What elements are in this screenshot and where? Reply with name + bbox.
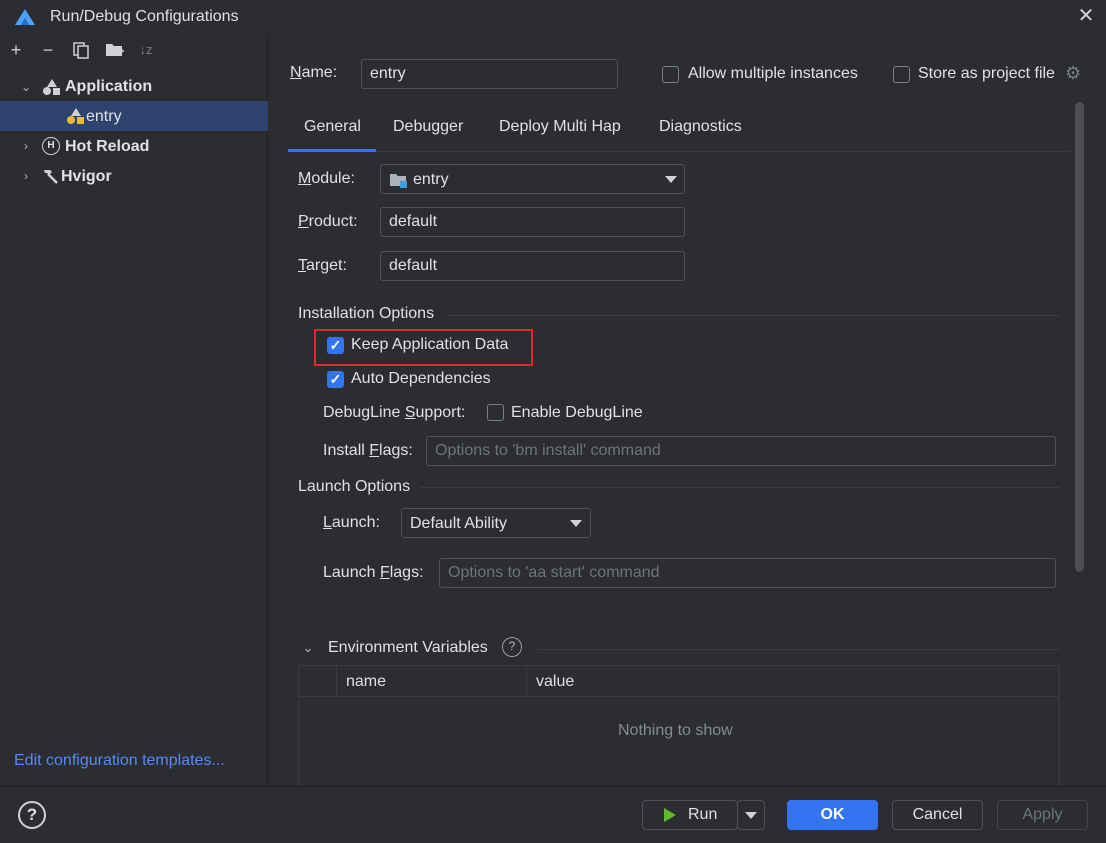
launch-flags-input[interactable]: Options to 'aa start' command bbox=[439, 558, 1056, 588]
tab-active-indicator bbox=[288, 149, 376, 152]
tree-label-application: Application bbox=[65, 78, 153, 95]
apply-button[interactable]: Apply bbox=[997, 800, 1088, 830]
allow-multiple-label: Allow multiple instances bbox=[688, 65, 858, 82]
auto-dependencies-checkbox[interactable]: ✓ bbox=[327, 371, 344, 388]
tab-divider bbox=[288, 151, 1070, 152]
enable-debugline-checkbox[interactable] bbox=[487, 404, 504, 421]
target-label: Target: bbox=[298, 257, 347, 274]
gear-icon[interactable]: ⚙ bbox=[1065, 64, 1083, 82]
copy-icon[interactable] bbox=[72, 41, 90, 59]
chevron-down-icon bbox=[745, 812, 757, 819]
cancel-button[interactable]: Cancel bbox=[892, 800, 983, 830]
remove-icon[interactable]: − bbox=[38, 40, 58, 60]
tree-item-hvigor[interactable]: › Hvigor bbox=[0, 162, 268, 192]
vertical-scrollbar[interactable] bbox=[1075, 102, 1084, 572]
allow-multiple-checkbox[interactable] bbox=[662, 66, 679, 83]
help-icon[interactable]: ? bbox=[502, 637, 522, 657]
keep-app-data-checkbox[interactable]: ✓ bbox=[327, 337, 344, 354]
debugline-label: DebugLine Support: bbox=[323, 404, 466, 421]
module-folder-icon bbox=[390, 174, 407, 188]
store-project-label: Store as project file bbox=[918, 65, 1055, 82]
empty-state-text: Nothing to show bbox=[618, 722, 733, 739]
module-label: Module: bbox=[298, 170, 355, 187]
install-flags-label: Install Flags: bbox=[323, 442, 413, 459]
env-vars-table-header bbox=[299, 666, 1059, 697]
tree-item-entry[interactable]: entry bbox=[0, 101, 268, 131]
tab-deploy-multi-hap[interactable]: Deploy Multi Hap bbox=[499, 110, 621, 150]
launch-value: Default Ability bbox=[410, 515, 507, 532]
tree-label-hot-reload: Hot Reload bbox=[65, 138, 150, 155]
chevron-down-icon[interactable]: ⌄ bbox=[19, 80, 33, 94]
install-flags-input[interactable]: Options to 'bm install' command bbox=[426, 436, 1056, 466]
module-value: entry bbox=[413, 171, 449, 188]
section-divider bbox=[448, 315, 1060, 316]
tree-label-hvigor: Hvigor bbox=[61, 168, 112, 185]
chevron-down-icon[interactable]: ⌄ bbox=[301, 641, 315, 655]
close-icon[interactable]: ✕ bbox=[1076, 5, 1096, 27]
launch-flags-label: Launch Flags: bbox=[323, 564, 424, 581]
section-divider bbox=[420, 487, 1060, 488]
store-project-checkbox[interactable] bbox=[893, 66, 910, 83]
tab-general[interactable]: General bbox=[304, 110, 361, 150]
application-icon bbox=[43, 79, 60, 95]
ok-button[interactable]: OK bbox=[787, 800, 878, 830]
target-input[interactable]: default bbox=[380, 251, 685, 281]
chevron-right-icon[interactable]: › bbox=[19, 169, 33, 183]
run-label: Run bbox=[688, 806, 718, 823]
name-label: Name: bbox=[290, 64, 338, 81]
run-play-icon bbox=[664, 808, 676, 822]
product-input[interactable]: default bbox=[380, 207, 685, 237]
hammer-icon bbox=[44, 170, 58, 184]
tab-diagnostics[interactable]: Diagnostics bbox=[659, 110, 742, 150]
run-button[interactable]: Run bbox=[642, 800, 738, 830]
sort-icon[interactable]: ↓z bbox=[136, 40, 156, 60]
tab-debugger[interactable]: Debugger bbox=[393, 110, 463, 150]
installation-options-title: Installation Options bbox=[298, 305, 435, 322]
keep-app-data-label: Keep Application Data bbox=[351, 336, 509, 353]
run-dropdown-button[interactable] bbox=[737, 800, 765, 830]
chevron-right-icon[interactable]: › bbox=[19, 139, 33, 153]
tree-item-application[interactable]: ⌄ Application bbox=[0, 72, 268, 102]
hot-reload-icon: H bbox=[42, 137, 60, 155]
entry-icon bbox=[67, 108, 84, 124]
app-logo-icon bbox=[15, 9, 35, 25]
auto-dependencies-label: Auto Dependencies bbox=[351, 370, 491, 387]
chevron-down-icon bbox=[570, 520, 582, 527]
new-folder-icon[interactable] bbox=[105, 41, 125, 59]
tree-label-entry: entry bbox=[86, 108, 122, 125]
module-select[interactable]: entry bbox=[380, 164, 685, 194]
column-divider bbox=[336, 666, 337, 697]
name-input[interactable]: entry bbox=[361, 59, 618, 89]
window-title: Run/Debug Configurations bbox=[50, 8, 239, 25]
column-name-header[interactable]: name bbox=[346, 673, 386, 691]
section-divider bbox=[538, 649, 1060, 650]
launch-label: Launch: bbox=[323, 514, 380, 531]
env-vars-title: Environment Variables bbox=[328, 639, 488, 656]
add-icon[interactable]: + bbox=[6, 40, 26, 60]
product-label: Product: bbox=[298, 213, 358, 230]
column-divider bbox=[526, 666, 527, 697]
chevron-down-icon bbox=[665, 176, 677, 183]
launch-select[interactable]: Default Ability bbox=[401, 508, 591, 538]
enable-debugline-label: Enable DebugLine bbox=[511, 404, 643, 421]
launch-options-title: Launch Options bbox=[298, 478, 411, 495]
column-value-header[interactable]: value bbox=[536, 673, 574, 691]
tree-item-hot-reload[interactable]: › H Hot Reload bbox=[0, 132, 268, 162]
edit-templates-link[interactable]: Edit configuration templates... bbox=[14, 752, 225, 770]
help-button[interactable]: ? bbox=[18, 801, 46, 829]
